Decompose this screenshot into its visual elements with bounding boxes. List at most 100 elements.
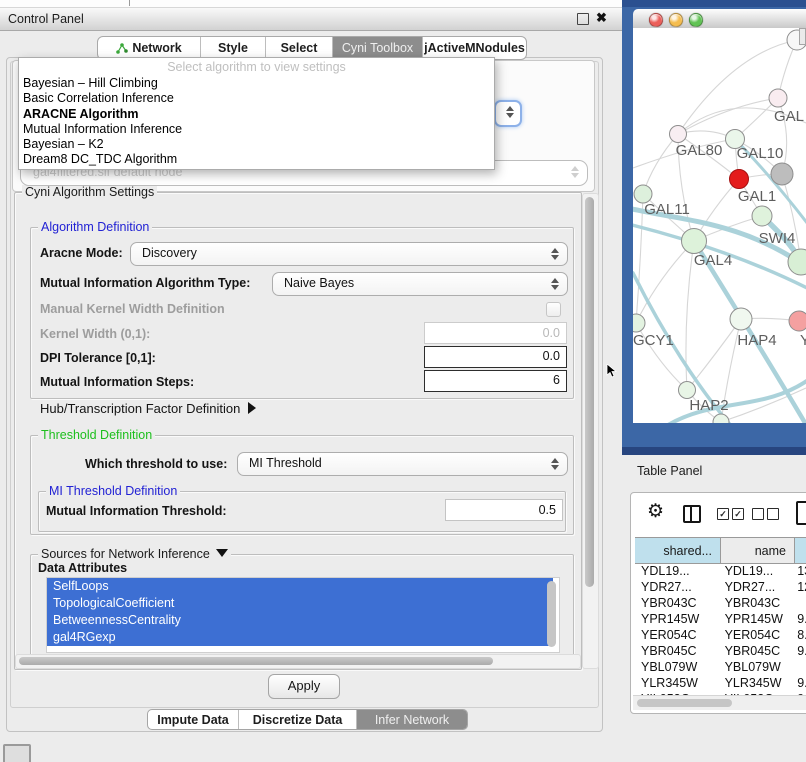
algorithm-combobox-focused-cap[interactable] [494,100,522,127]
tab-jactivemnodules[interactable]: jActiveMNodules [423,37,526,59]
scrollbar-thumb[interactable] [19,657,493,665]
gear-icon[interactable]: ⚙ [647,502,664,521]
float-window-icon[interactable] [577,13,589,25]
tab-label: jActiveMNodules [424,41,525,55]
scrollbar-thumb[interactable] [637,699,732,707]
sources-group-title[interactable]: Sources for Network Inference [38,547,231,561]
settings-horizontal-scrollbar[interactable] [15,654,581,669]
bottom-tab-discretize-data[interactable]: Discretize Data [239,710,357,729]
network-view-window[interactable]: GALGAL80GAL10GAL1GAL11GAL4SWI4GCY1HAP4YH… [622,0,806,455]
close-traffic-light[interactable] [649,13,663,27]
network-node[interactable] [789,311,806,331]
hub-definition-expander[interactable]: Hub/Transcription Factor Definition [40,401,256,416]
network-edge[interactable] [678,98,778,134]
network-node[interactable] [633,314,645,332]
dpi-tolerance-input[interactable]: 0.0 [424,346,567,368]
algorithm-option[interactable]: Basic Correlation Inference [19,91,494,106]
network-node[interactable] [788,249,806,275]
network-canvas[interactable]: GALGAL80GAL10GAL1GAL11GAL4SWI4GCY1HAP4YH… [633,28,806,423]
algorithm-option[interactable]: Mutual Information Inference [19,122,494,137]
table-header-row: shared...nameA [635,537,806,564]
table-cell: YBR045C [719,643,792,659]
attribute-list-item[interactable]: TopologicalCoefficient [47,595,553,612]
split-columns-icon[interactable] [683,505,701,523]
bottom-tab-infer-network[interactable]: Infer Network [357,710,467,729]
algorithm-option[interactable]: ARACNE Algorithm [19,107,494,122]
table-row[interactable]: YBR045CYBR045C9. [635,643,806,659]
manual-kernel-checkbox[interactable] [546,302,561,317]
attribute-list-item[interactable]: gal4RGexp [47,629,553,646]
network-edge[interactable] [636,241,694,323]
network-node[interactable] [769,89,787,107]
network-node-label: GAL4 [694,252,732,269]
table-cell: YER054C [719,627,792,643]
stepper-icon [550,247,558,261]
network-node-label: GAL10 [737,145,784,162]
which-threshold-value: MI Threshold [249,456,322,470]
kernel-width-input[interactable]: 0.0 [424,322,567,344]
table-header-A[interactable]: A [795,538,806,563]
bottom-corner-icon[interactable] [3,744,31,762]
mi-steps-label: Mutual Information Steps: [40,375,194,389]
network-node[interactable] [679,382,696,399]
sources-title-text: Sources for Network Inference [41,547,210,561]
network-scrollbar-nub[interactable] [799,28,806,45]
table-row[interactable]: YER054CYER054C8. [635,627,806,643]
minimize-traffic-light[interactable] [669,13,683,27]
table-horizontal-scrollbar[interactable] [633,695,806,710]
scrollbar-thumb[interactable] [585,197,594,587]
unchecked-box-icon[interactable] [767,508,779,520]
network-node[interactable] [670,126,687,143]
expand-right-icon [248,402,256,414]
network-node[interactable] [682,229,707,254]
network-edge[interactable] [643,134,678,194]
which-threshold-combobox[interactable]: MI Threshold [237,452,568,476]
network-node[interactable] [771,163,793,185]
table-cell: YBL079W [635,659,719,675]
tab-style[interactable]: Style [201,37,266,59]
zoom-traffic-light[interactable] [689,13,703,27]
list-scrollbar[interactable] [547,581,556,647]
table-cell: YDR27... [719,579,792,595]
tab-network[interactable]: Network [98,37,201,59]
table-row[interactable]: YDL19...YDL19...13 [635,563,806,579]
table-row[interactable]: YBR043CYBR043C [635,595,806,611]
top-toolbar-remnant [0,0,622,8]
table-cell: YLR345W [719,675,792,691]
bottom-tab-impute-data[interactable]: Impute Data [148,710,239,729]
table-cell: YPR145W [635,611,719,627]
checked-box-icon[interactable]: ✓ [717,508,729,520]
mi-threshold-input[interactable]: 0.5 [445,499,563,521]
attribute-list-item[interactable]: BetweennessCentrality [47,612,553,629]
apply-button[interactable]: Apply [268,674,340,699]
tab-select[interactable]: Select [266,37,333,59]
bottom-tabbar: Impute DataDiscretize DataInfer Network [147,709,468,730]
network-node[interactable] [730,308,752,330]
mi-steps-input[interactable]: 6 [424,370,567,392]
table-row[interactable]: YLR345WYLR345W9. [635,675,806,691]
network-window-titlebar[interactable] [633,9,806,29]
attribute-list-item[interactable]: SelfLoops [47,578,553,595]
table-header-shared[interactable]: shared... [635,538,721,563]
algorithm-option[interactable]: Bayesian – Hill Climbing [19,76,494,91]
table-icon[interactable] [796,501,806,525]
network-node[interactable] [730,170,749,189]
network-node[interactable] [713,414,729,423]
network-node[interactable] [752,206,772,226]
table-header-name[interactable]: name [721,538,795,563]
table-row[interactable]: YBL079WYBL079W [635,659,806,675]
table-row[interactable]: YPR145WYPR145W9. [635,611,806,627]
table-cell: YDL19... [635,563,719,579]
algorithm-option[interactable]: Bayesian – K2 [19,137,494,152]
data-attributes-list[interactable]: SelfLoopsTopologicalCoefficientBetweenne… [46,577,560,653]
algorithm-option[interactable]: Dream8 DC_TDC Algorithm [19,152,494,167]
settings-vertical-scrollbar[interactable] [582,193,599,669]
tab-cyni-toolbox[interactable]: Cyni Toolbox [333,37,423,59]
unchecked-box-icon[interactable] [752,508,764,520]
checked-box-icon[interactable]: ✓ [732,508,744,520]
mi-type-combobox[interactable]: Naive Bayes [272,272,568,296]
aracne-mode-combobox[interactable]: Discovery [130,242,568,266]
close-icon[interactable]: ✖ [596,10,607,26]
which-threshold-label: Which threshold to use: [85,457,227,471]
table-row[interactable]: YDR27...YDR27...12 [635,579,806,595]
